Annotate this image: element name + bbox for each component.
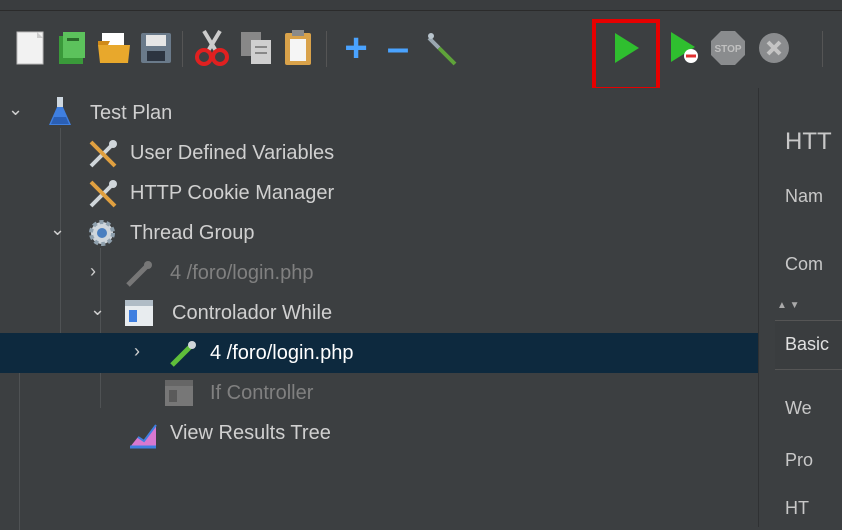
stop-label: STOP xyxy=(714,44,741,55)
tree-item-login-selected[interactable]: › 4 /foro/login.php xyxy=(0,333,758,373)
tree-item-label: User Defined Variables xyxy=(130,141,335,164)
tree-item-label: Thread Group xyxy=(130,221,255,244)
cut-icon[interactable] xyxy=(190,23,234,73)
split-pane-divider[interactable] xyxy=(758,88,776,527)
tree-item-user-defined-variables[interactable]: User Defined Variables xyxy=(0,133,758,173)
toolbar-separator xyxy=(182,31,183,67)
chevron-right-icon[interactable]: › xyxy=(90,261,96,282)
http-request-label: HT xyxy=(785,498,809,518)
paste-icon[interactable] xyxy=(276,23,320,73)
tree-item-controlador-while[interactable]: ⌄ Controlador While xyxy=(0,293,758,333)
start-button-highlight xyxy=(592,19,660,91)
stop-icon[interactable]: STOP xyxy=(706,23,750,73)
panel-title: HTT xyxy=(785,128,832,155)
start-no-pauses-icon[interactable] xyxy=(662,23,706,73)
pipette-icon xyxy=(124,259,154,295)
collapse-all-icon[interactable]: – xyxy=(376,23,420,73)
tree-item-label: Controlador While xyxy=(172,301,333,324)
wrench-icon xyxy=(88,179,118,215)
tree-item-label: 4 /foro/login.php xyxy=(170,261,314,284)
tree-item-label: HTTP Cookie Manager xyxy=(130,181,335,204)
tree-item-login-disabled[interactable]: › 4 /foro/login.php xyxy=(0,253,758,293)
tab-label: Basic xyxy=(785,334,830,354)
chevron-down-icon[interactable]: ⌄ xyxy=(8,99,23,120)
tree-item-test-plan[interactable]: ⌄ Test Plan xyxy=(0,93,758,133)
protocol-label: Pro xyxy=(785,450,814,470)
gear-icon xyxy=(88,219,116,253)
toggle-icon[interactable] xyxy=(420,23,464,73)
tab-basic[interactable]: Basic xyxy=(775,320,842,370)
element-detail-panel: HTT Nam Com ▲ ▼ Basic We Pro HT xyxy=(775,88,842,527)
flask-icon xyxy=(48,97,72,133)
title-strip xyxy=(0,0,842,10)
toolbar-separator xyxy=(822,31,823,67)
shutdown-icon[interactable] xyxy=(752,23,796,73)
templates-icon[interactable] xyxy=(50,23,94,73)
chevron-right-icon[interactable]: › xyxy=(134,341,140,362)
controller-icon xyxy=(124,299,154,333)
tree-item-label: View Results Tree xyxy=(170,421,331,444)
toolbar: + – STOP xyxy=(0,10,842,91)
chart-icon xyxy=(128,421,158,455)
test-plan-tree: ⌄ Test Plan User Defined Variables HTTP … xyxy=(0,88,758,530)
save-icon[interactable] xyxy=(134,23,178,73)
tree-item-view-results-tree[interactable]: View Results Tree xyxy=(0,413,758,453)
copy-icon[interactable] xyxy=(234,23,278,73)
tree-item-if-controller[interactable]: If Controller xyxy=(0,373,758,413)
tree-item-http-cookie-manager[interactable]: HTTP Cookie Manager xyxy=(0,173,758,213)
controller-icon xyxy=(164,379,194,413)
comments-label: Com xyxy=(785,254,824,274)
tree-item-label: Test Plan xyxy=(90,101,173,124)
open-icon[interactable] xyxy=(92,23,136,73)
tree-item-label: 4 /foro/login.php xyxy=(210,341,354,364)
toolbar-separator xyxy=(326,31,327,67)
tree-item-label: If Controller xyxy=(210,381,314,404)
expand-all-icon[interactable]: + xyxy=(334,23,378,73)
web-server-label: We xyxy=(785,398,812,418)
new-icon[interactable] xyxy=(8,23,52,73)
collapse-arrows-icon[interactable]: ▲ ▼ xyxy=(777,300,800,311)
chevron-down-icon[interactable]: ⌄ xyxy=(90,299,105,320)
chevron-down-icon[interactable]: ⌄ xyxy=(50,219,65,240)
pipette-icon xyxy=(168,339,198,375)
tree-item-thread-group[interactable]: ⌄ Thread Group xyxy=(0,213,758,253)
name-label: Nam xyxy=(785,186,824,206)
wrench-icon xyxy=(88,139,118,175)
